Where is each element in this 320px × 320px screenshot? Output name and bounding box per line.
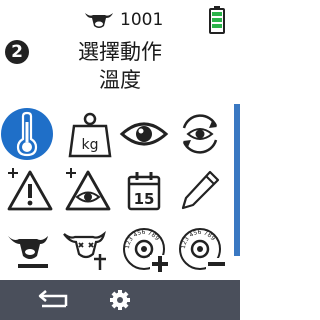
weight-icon: kg (68, 112, 112, 158)
action-edit[interactable] (174, 164, 226, 216)
action-remove-animal[interactable] (4, 222, 56, 274)
pencil-icon (181, 170, 220, 210)
calendar-day-label: 15 (134, 190, 155, 208)
back-icon (38, 290, 68, 308)
settings-button[interactable] (104, 284, 136, 316)
tag-add-icon: 123 456 789 (123, 228, 168, 273)
action-weight[interactable]: kg (64, 108, 116, 160)
action-recheck[interactable] (174, 108, 226, 160)
page-title: 選擇動作 (78, 40, 162, 64)
action-remove-tag[interactable]: 123 456 789 (174, 222, 226, 274)
tag-remove-icon: 123 456 789 (179, 228, 226, 270)
eye-refresh-icon (182, 114, 218, 154)
action-add-tag[interactable]: 123 456 789 (118, 222, 170, 274)
gear-icon (110, 290, 130, 310)
step-badge: 2 (5, 40, 29, 64)
eye-warning-plus-icon (65, 168, 111, 211)
animal-count: 1001 (120, 10, 164, 30)
back-button[interactable] (32, 284, 72, 316)
action-dead-animal[interactable] (60, 222, 112, 274)
calendar-icon: 15 (127, 172, 161, 211)
eye-icon (119, 122, 169, 146)
thermometer-icon (16, 111, 38, 157)
action-observe-alert[interactable] (62, 164, 114, 216)
page-subtitle: 溫度 (99, 68, 141, 92)
battery-icon (209, 6, 225, 34)
weight-unit-label: kg (82, 137, 99, 153)
cow-dead-icon (63, 230, 106, 270)
status-bar: 1001 (0, 0, 240, 36)
bottom-bar (0, 280, 240, 320)
cow-remove-icon (8, 236, 48, 268)
scrollbar[interactable] (234, 104, 240, 256)
cow-icon (85, 13, 113, 28)
action-alert[interactable] (4, 164, 56, 216)
action-thermometer[interactable] (1, 108, 53, 160)
warning-plus-icon (7, 168, 53, 211)
action-calendar[interactable]: 15 (118, 164, 170, 216)
action-observe[interactable] (118, 108, 170, 160)
